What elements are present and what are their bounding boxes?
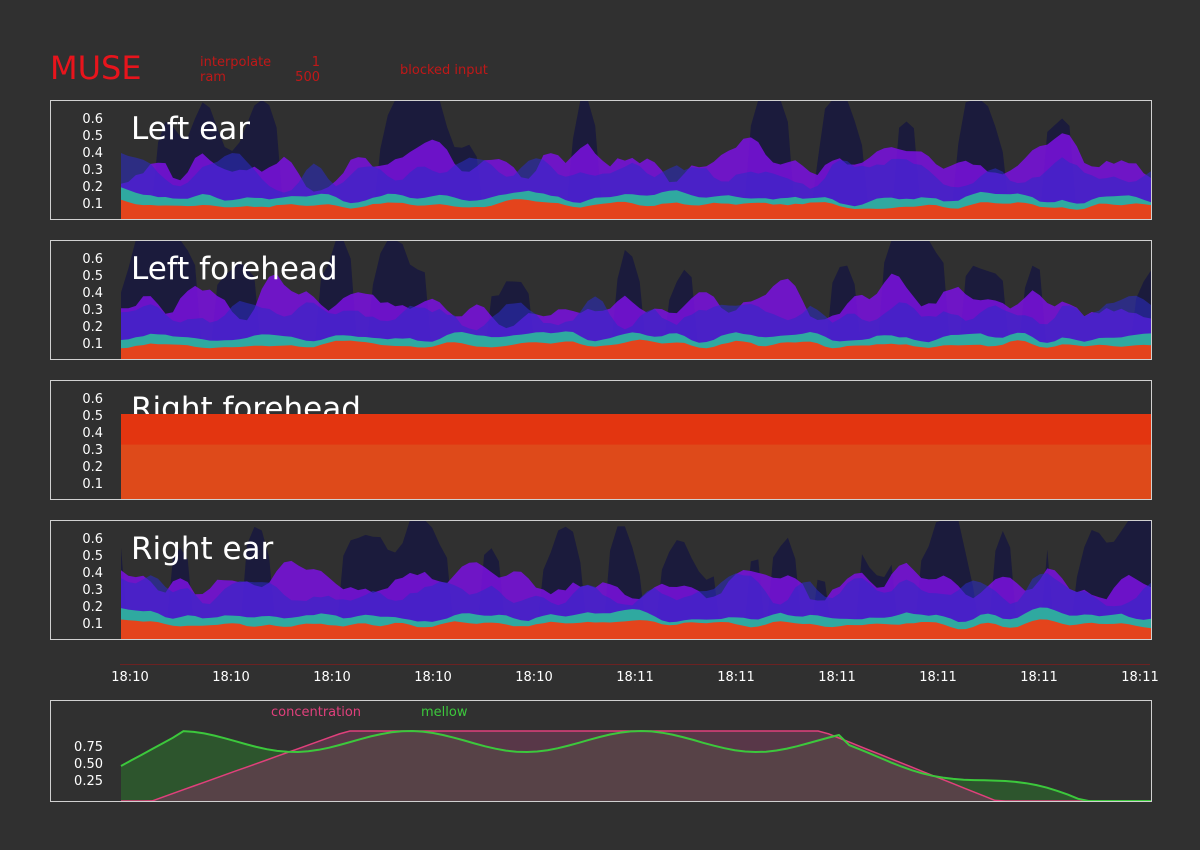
stat-interpolate: interpolate 1 — [200, 56, 320, 70]
panel-left-ear: 0.6 0.5 0.4 0.3 0.2 0.1 Left ear — [50, 100, 1152, 220]
y-axis-3-tick-1: 0.5 — [82, 549, 103, 564]
time-label-8: 18:11 — [919, 670, 957, 685]
y-axis-3-tick-3: 0.3 — [82, 583, 103, 598]
y-axis-0-tick-5: 0.1 — [82, 197, 103, 212]
panel-right-forehead: Right forehead 0.6 0.5 0.4 0.3 0.2 0.1 — [50, 380, 1152, 500]
mood-y-axis-tick-1: 0.50 — [74, 757, 103, 772]
y-axis-3-tick-4: 0.2 — [82, 600, 103, 615]
y-axis-0-tick-1: 0.5 — [82, 129, 103, 144]
y-axis-2-tick-0: 0.6 — [82, 392, 103, 407]
panel-right-ear: 0.6 0.5 0.4 0.3 0.2 0.1 Right ear — [50, 520, 1152, 640]
app-title: MUSE — [50, 49, 142, 87]
time-label-0: 18:10 — [111, 670, 149, 685]
y-axis-0-tick-3: 0.3 — [82, 163, 103, 178]
y-axis-3-tick-2: 0.4 — [82, 566, 103, 581]
blocked-input-status: blocked input — [400, 63, 488, 78]
y-axis-1-tick-1: 0.5 — [82, 269, 103, 284]
y-axis-2-tick-4: 0.2 — [82, 460, 103, 475]
y-axis-0-tick-4: 0.2 — [82, 180, 103, 195]
y-axis-0-tick-0: 0.6 — [82, 112, 103, 127]
y-axis-3-tick-5: 0.1 — [82, 617, 103, 632]
y-axis-0-tick-2: 0.4 — [82, 146, 103, 161]
y-axis-2-tick-1: 0.5 — [82, 409, 103, 424]
y-axis-1-tick-5: 0.1 — [82, 337, 103, 352]
mood-y-axis-tick-2: 0.25 — [74, 774, 103, 789]
mood-panel: 0.75 0.50 0.25 concentration mellow — [50, 700, 1152, 802]
stat-interpolate-value: 1 — [311, 55, 320, 70]
right-forehead-band-chart — [121, 414, 1151, 499]
stat-ram: ram 500 — [200, 71, 320, 85]
stat-ram-value: 500 — [295, 70, 320, 85]
time-label-9: 18:11 — [1020, 670, 1058, 685]
right-forehead-band-2 — [121, 444, 1151, 499]
y-axis-1-tick-0: 0.6 — [82, 252, 103, 267]
mood-y-axis-tick-0: 0.75 — [74, 740, 103, 755]
y-axis-1-tick-2: 0.4 — [82, 286, 103, 301]
panel-left-forehead: 0.6 0.5 0.4 0.3 0.2 0.1 Left forehead — [50, 240, 1152, 360]
y-axis-2-tick-3: 0.3 — [82, 443, 103, 458]
time-label-7: 18:11 — [818, 670, 856, 685]
y-axis-1-tick-4: 0.2 — [82, 320, 103, 335]
time-label-10: 18:11 — [1121, 670, 1159, 685]
time-axis — [120, 664, 1150, 665]
y-axis-3-tick-0: 0.6 — [82, 532, 103, 547]
y-axis-1-tick-3: 0.3 — [82, 303, 103, 318]
panel-label-left-forehead: Left forehead — [131, 251, 338, 287]
time-label-2: 18:10 — [313, 670, 351, 685]
panel-label-left-ear: Left ear — [131, 111, 250, 147]
mood-chart — [120, 729, 1151, 801]
time-label-4: 18:10 — [515, 670, 553, 685]
legend-concentration: concentration — [271, 705, 362, 720]
y-axis-2-tick-5: 0.1 — [82, 477, 103, 492]
time-label-6: 18:11 — [717, 670, 755, 685]
panel-label-right-ear: Right ear — [131, 531, 274, 567]
time-label-1: 18:10 — [212, 670, 250, 685]
y-axis-2-tick-2: 0.4 — [82, 426, 103, 441]
time-label-3: 18:10 — [414, 670, 452, 685]
time-label-5: 18:11 — [616, 670, 654, 685]
legend-mellow: mellow — [421, 705, 468, 720]
